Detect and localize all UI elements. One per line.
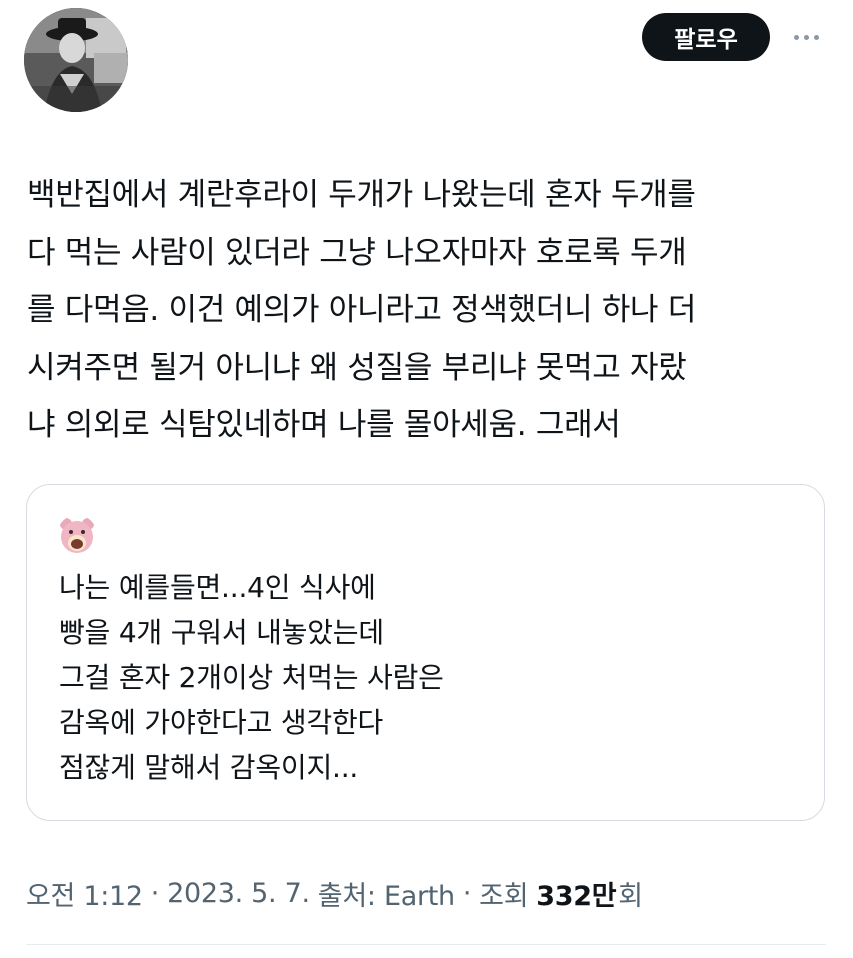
tweet-text-line: 백반집에서 계란후라이 두개가 나왔는데 혼자 두개를 [27, 177, 696, 213]
tweet-text-line: 다 먹는 사람이 있더라 그냥 나오자마자 호로록 두개 [27, 234, 687, 271]
divider [26, 944, 826, 945]
tweet-source: 출처: Earth [317, 880, 455, 912]
author-avatar[interactable] [24, 8, 128, 112]
views-count: 332만 [536, 880, 617, 912]
quoted-tweet-text: 나는 예를들면...4인 식사에 빵을 4개 구워서 내놓았는데 그걸 혼자 2… [59, 565, 799, 790]
follow-button[interactable]: 팔로우 [642, 13, 770, 61]
more-horizontal-icon-dot [803, 34, 809, 40]
views-suffix: 회 [618, 880, 643, 912]
quoted-author-avatar[interactable] [57, 515, 97, 555]
views-label: 조회 [479, 880, 529, 912]
quoted-tweet-card[interactable]: 나는 예를들면...4인 식사에 빵을 4개 구워서 내놓았는데 그걸 혼자 2… [26, 484, 825, 821]
tweet-header: 팔로우 [0, 0, 853, 120]
tweet-text: 백반집에서 계란후라이 두개가 나왔는데 혼자 두개를 다 먹는 사람이 있더라… [27, 167, 837, 455]
more-horizontal-icon [793, 34, 799, 40]
quote-text-line: 그걸 혼자 2개이상 처먹는 사람은 [59, 661, 444, 694]
quote-text-line: 점잖게 말해서 감옥이지... [59, 751, 359, 784]
tweet-time[interactable]: 오전 1:12 [26, 874, 143, 913]
tweet-text-line: 를 다먹음. 이건 예의가 아니라고 정색했더니 하나 더 [27, 292, 697, 328]
tweet-text-line: 냐 의외로 식탐있네하며 나를 몰아세움. 그래서 [27, 407, 621, 443]
avatar-photo-icon [24, 8, 128, 112]
quote-text-line: 나는 예를들면...4인 식사에 [59, 571, 376, 604]
tweet-date[interactable]: 2023. 5. 7. [167, 878, 310, 909]
quote-text-line: 빵을 4개 구워서 내놓았는데 [59, 616, 384, 649]
more-options-button[interactable] [786, 22, 826, 52]
more-horizontal-icon-dot [813, 34, 819, 40]
tweet-text-line: 시켜주면 될거 아니냐 왜 성질을 부리냐 못먹고 자랐 [27, 349, 687, 386]
bear-avatar-icon [57, 515, 97, 555]
meta-separator: · [462, 877, 472, 909]
quote-text-line: 감옥에 가야한다고 생각한다 [59, 706, 384, 739]
meta-separator: · [150, 877, 160, 909]
tweet-metadata: 오전 1:12 · 2023. 5. 7. 출처: Earth · 조회 332… [26, 873, 643, 913]
